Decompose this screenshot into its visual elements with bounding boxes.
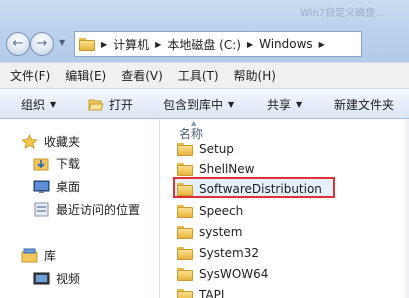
arrow-left-icon: ← (12, 36, 24, 51)
nav-videos-label: 视频 (56, 272, 81, 286)
list-item[interactable]: Speech (177, 201, 243, 221)
folder-icon (79, 37, 95, 51)
nav-desktop-label: 桌面 (56, 180, 81, 194)
nav-videos[interactable]: 视频 (33, 270, 80, 287)
menu-edit[interactable]: 编辑(E) (65, 67, 106, 84)
folder-icon (177, 182, 193, 196)
new-folder-label: 新建文件夹 (334, 98, 395, 112)
back-button[interactable]: ← (6, 32, 30, 56)
menu-bar: 文件(F) 编辑(E) 查看(V) 工具(T) 帮助(H) (0, 62, 409, 88)
address-bar[interactable]: ▶ 计算机 ▶ 本地磁盘 (C:) ▶ Windows ▶ (74, 31, 362, 57)
recent-places-icon (33, 202, 50, 217)
breadcrumb-computer[interactable]: 计算机 (113, 36, 149, 53)
nav-libraries[interactable]: 库 (21, 247, 56, 264)
list-item[interactable]: SysWOW64 (177, 264, 268, 284)
file-name: Setup (199, 142, 234, 156)
nav-libraries-label: 库 (44, 249, 57, 263)
scrollbar[interactable] (405, 119, 409, 298)
menu-view[interactable]: 查看(V) (121, 67, 163, 84)
file-name: SoftwareDistribution (199, 182, 322, 196)
folder-icon (177, 142, 193, 156)
library-icon (21, 248, 38, 263)
list-item[interactable]: Setup (177, 139, 234, 159)
list-item[interactable]: ShellNew (177, 159, 254, 179)
nav-downloads[interactable]: 下载 (33, 155, 80, 172)
folder-icon (177, 204, 193, 218)
open-icon (88, 98, 104, 111)
recent-pages-dropdown-icon[interactable]: ▼ (59, 38, 65, 47)
new-folder-button[interactable]: 新建文件夹 (334, 96, 394, 113)
window-title: Win7自定义磁盘... (300, 8, 385, 19)
file-name: SysWOW64 (199, 267, 269, 281)
downloads-folder-icon (33, 156, 50, 171)
folder-icon (177, 225, 193, 239)
file-name: System32 (199, 246, 260, 260)
chevron-right-icon[interactable]: ▶ (101, 40, 107, 49)
chevron-right-icon[interactable]: ▶ (247, 40, 253, 49)
window-titlebar: Win7自定义磁盘... ← → ▼ ▶ 计算机 ▶ 本地磁盘 (C:) ▶ W… (0, 0, 409, 62)
share-button[interactable]: 共享 ▼ (267, 96, 302, 113)
nav-recent-places[interactable]: 最近访问的位置 (33, 201, 140, 218)
breadcrumb-windows[interactable]: Windows (259, 37, 313, 51)
folder-icon (177, 162, 193, 176)
menu-help[interactable]: 帮助(H) (234, 67, 276, 84)
caret-down-icon: ▼ (228, 100, 235, 109)
menu-tools[interactable]: 工具(T) (178, 67, 219, 84)
include-in-library-label: 包含到库中 (163, 98, 224, 112)
navigation-pane: 收藏夹 下载 桌面 最近访问的位置 库 视频 (0, 119, 160, 298)
include-in-library-button[interactable]: 包含到库中 ▼ (163, 96, 234, 113)
list-item[interactable]: System32 (177, 243, 259, 263)
file-list-pane: ▲ 名称 Setup ShellNew SoftwareDistribution… (161, 119, 409, 298)
share-label: 共享 (267, 98, 292, 112)
file-name: ShellNew (199, 162, 255, 176)
command-bar: 组织 ▼ 打开 包含到库中 ▼ 共享 ▼ 新建文件夹 (0, 88, 409, 119)
chevron-right-icon[interactable]: ▶ (155, 40, 161, 49)
nav-favorites[interactable]: 收藏夹 (21, 133, 80, 150)
nav-downloads-label: 下载 (56, 157, 81, 171)
video-icon (33, 271, 50, 286)
organize-label: 组织 (21, 98, 46, 112)
open-label: 打开 (109, 98, 134, 112)
arrow-right-icon: → (36, 36, 48, 51)
list-item[interactable]: TAPI (177, 285, 224, 298)
desktop-icon (33, 179, 50, 194)
nav-desktop[interactable]: 桌面 (33, 178, 80, 195)
folder-icon (177, 246, 193, 260)
nav-favorites-label: 收藏夹 (44, 135, 81, 149)
folder-icon (177, 288, 193, 298)
nav-recent-places-label: 最近访问的位置 (56, 203, 141, 217)
chevron-right-icon[interactable]: ▶ (319, 40, 325, 49)
file-name: TAPI (199, 288, 225, 298)
caret-down-icon: ▼ (296, 100, 303, 109)
file-name: system (199, 225, 243, 239)
folder-icon (177, 267, 193, 281)
organize-button[interactable]: 组织 ▼ (21, 96, 56, 113)
list-item-selected[interactable]: SoftwareDistribution (177, 179, 322, 199)
breadcrumb-local-disk[interactable]: 本地磁盘 (C:) (167, 36, 241, 53)
star-icon (21, 134, 38, 149)
menu-file[interactable]: 文件(F) (10, 67, 50, 84)
open-button[interactable]: 打开 (88, 96, 133, 113)
file-name: Speech (199, 204, 244, 218)
forward-button[interactable]: → (30, 32, 54, 56)
list-item[interactable]: system (177, 222, 242, 242)
caret-down-icon: ▼ (50, 100, 57, 109)
